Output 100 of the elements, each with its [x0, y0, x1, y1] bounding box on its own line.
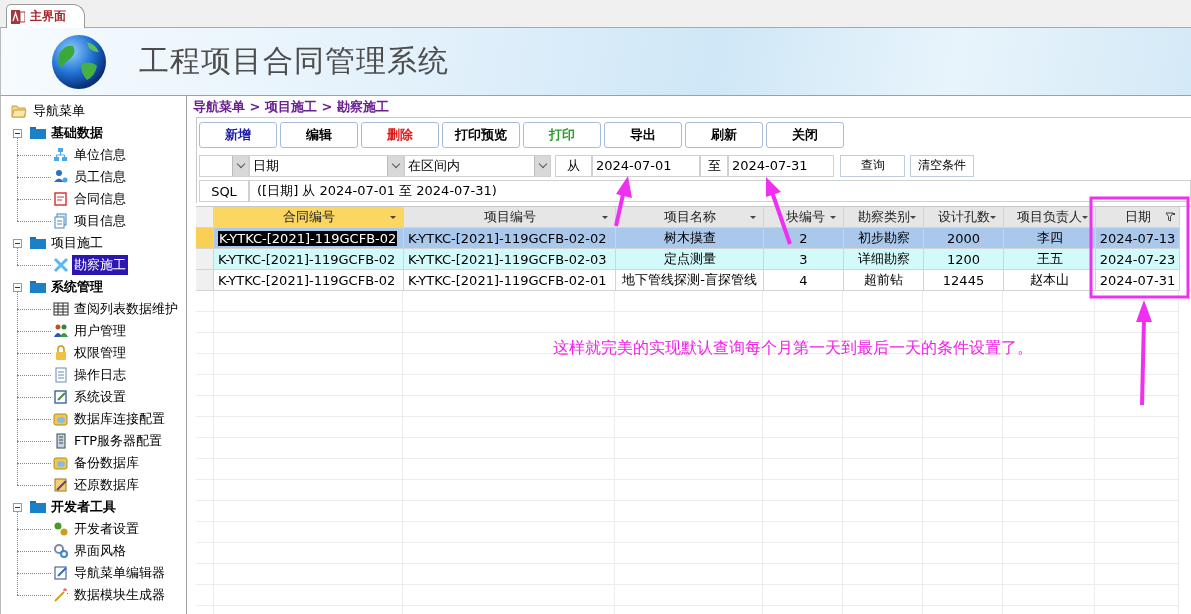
column-header[interactable]: 日期 — [1096, 207, 1180, 228]
dropdown-icon[interactable] — [750, 216, 756, 219]
annotation-arrow — [614, 176, 632, 227]
tree-item[interactable]: 备份数据库 — [72, 453, 141, 473]
tree-group[interactable]: 开发者工具 — [49, 497, 118, 517]
table-cell: 详细勘察 — [844, 249, 924, 270]
dropdown-icon[interactable] — [990, 216, 996, 219]
table-cell: 定点测量 — [616, 249, 764, 270]
column-header[interactable]: 项目负责人 — [1004, 207, 1096, 228]
tree-item[interactable]: 数据模块生成器 — [72, 585, 167, 605]
tree-group[interactable]: 基础数据 — [49, 123, 105, 143]
column-header[interactable]: 设计孔数 — [924, 207, 1004, 228]
table-cell: 地下管线探测-盲探管线 — [616, 270, 764, 291]
table-cell: 赵本山 — [1004, 270, 1096, 291]
dropdown-icon[interactable] — [1082, 216, 1088, 219]
globe-icon — [51, 33, 107, 90]
tree-item[interactable]: 还原数据库 — [72, 475, 141, 495]
tree-item[interactable]: 查阅列表数据维护 — [72, 299, 180, 319]
document-tab[interactable]: 主界面 — [6, 4, 85, 28]
toolbar-button[interactable]: 打印预览 — [442, 122, 520, 148]
restore-icon — [53, 477, 69, 493]
toolbar-button[interactable]: 导出 — [604, 122, 682, 148]
toolbar-button[interactable]: 编辑 — [280, 122, 358, 148]
contract-icon — [53, 191, 69, 207]
server-icon — [53, 433, 69, 449]
query-button[interactable]: 查询 — [840, 154, 905, 177]
tree-item[interactable]: 开发者设置 — [72, 519, 141, 539]
annotation-note: 这样就完美的实现默认查询每个月第一天到最后一天的条件设置了。 — [553, 338, 1033, 359]
folder-icon — [11, 104, 27, 118]
document-icon — [53, 213, 69, 229]
folder-icon — [30, 281, 46, 293]
org-chart-icon — [53, 147, 69, 163]
column-header[interactable]: 合同编号 — [214, 207, 404, 228]
tree-item[interactable]: 项目信息 — [72, 211, 128, 231]
table-cell: 超前钻 — [844, 270, 924, 291]
date-field[interactable]: 2024-07-01 — [592, 154, 700, 177]
filter-icon[interactable] — [1165, 212, 1176, 222]
tree-group[interactable]: 项目施工 — [49, 233, 105, 253]
tree-item[interactable]: 权限管理 — [72, 343, 128, 363]
column-header[interactable]: 项目编号 — [404, 207, 616, 228]
table-cell: 2000 — [924, 228, 1004, 249]
dropdown-field[interactable]: 日期 — [249, 154, 404, 177]
expander-icon[interactable] — [13, 128, 22, 138]
tree-item[interactable]: 系统设置 — [72, 387, 128, 407]
gears-icon — [53, 521, 69, 537]
sql-field[interactable]: ([日期] 从 2024-07-01 至 2024-07-31) — [249, 180, 1191, 202]
tree-item[interactable]: 数据库连接配置 — [72, 409, 167, 429]
table-cell: K-YTKC-[2021]-119GCFB-02 — [214, 249, 404, 270]
tree-item[interactable]: 单位信息 — [72, 145, 128, 165]
dropdown-icon[interactable] — [390, 216, 396, 219]
tree-item[interactable]: 勘察施工 — [72, 255, 128, 275]
folder-icon — [30, 127, 46, 139]
table-cell: 1200 — [924, 249, 1004, 270]
table-cell: 2 — [764, 228, 844, 249]
tree-root-label[interactable]: 导航菜单 — [31, 101, 87, 121]
table-cell: K-YTKC-[2021]-119GCFB-02-01 — [404, 270, 616, 291]
tree-item[interactable]: 导航菜单编辑器 — [72, 563, 167, 583]
table-cell: 4 — [764, 270, 844, 291]
tree-item[interactable]: 员工信息 — [72, 167, 128, 187]
expander-icon[interactable] — [13, 502, 22, 512]
table-cell: 12445 — [924, 270, 1004, 291]
table-cell: 李四 — [1004, 228, 1096, 249]
tree-group[interactable]: 系统管理 — [49, 277, 105, 297]
date-field[interactable]: 2024-07-31 — [728, 154, 834, 177]
tree-item[interactable]: 用户管理 — [72, 321, 128, 341]
tree-item[interactable]: FTP服务器配置 — [72, 431, 165, 451]
tree-item[interactable]: 操作日志 — [72, 365, 128, 385]
toolbar-button[interactable]: 新增 — [199, 122, 277, 148]
dropdown-icon[interactable] — [602, 216, 608, 219]
dropdown-icon[interactable] — [830, 216, 836, 219]
settings-icon — [53, 389, 69, 405]
table-cell: 2024-07-31 — [1096, 270, 1180, 291]
database-icon — [53, 411, 69, 427]
tree-item[interactable]: 界面风格 — [72, 541, 128, 561]
sql-label: SQL — [199, 180, 249, 202]
toolbar-button[interactable]: 关闭 — [766, 122, 844, 148]
table-cell: 2024-07-23 — [1096, 249, 1180, 270]
lock-icon — [53, 345, 69, 361]
app-icon — [11, 9, 25, 24]
log-page-icon — [53, 367, 69, 383]
column-header[interactable]: 勘察类别 — [844, 207, 924, 228]
toolbar-button[interactable]: 刷新 — [685, 122, 763, 148]
table-cell: 王五 — [1004, 249, 1096, 270]
table-cell: 2024-07-13 — [1096, 228, 1180, 249]
to-label: 至 — [700, 154, 728, 177]
user-icon — [53, 169, 69, 185]
clear-button[interactable]: 清空条件 — [910, 154, 974, 177]
expander-icon[interactable] — [13, 238, 22, 248]
toolbar-button[interactable]: 删除 — [361, 122, 439, 148]
database-icon — [53, 455, 69, 471]
column-header[interactable]: 块编号 — [764, 207, 844, 228]
column-header[interactable]: 项目名称 — [616, 207, 764, 228]
dropdown-field[interactable] — [199, 154, 249, 177]
table-icon — [53, 301, 69, 317]
table-cell: K-YTKC-[2021]-119GCFB-02 — [214, 270, 404, 291]
tree-item[interactable]: 合同信息 — [72, 189, 128, 209]
table-cell: K-YTKC-[2021]-119GCFB-02-02 — [404, 228, 616, 249]
dropdown-field[interactable]: 在区间内 — [404, 154, 551, 177]
dropdown-icon[interactable] — [910, 216, 916, 219]
expander-icon[interactable] — [13, 282, 22, 292]
